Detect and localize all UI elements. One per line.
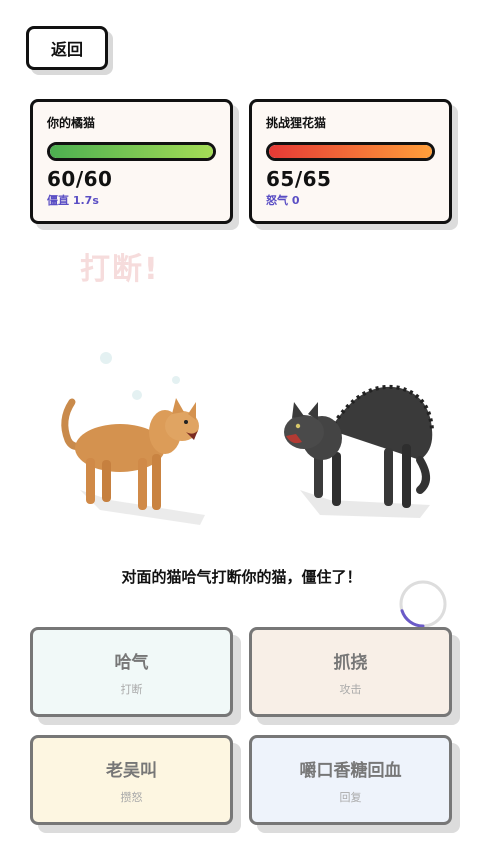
scratch-action-button[interactable]: 抓挠 攻击 — [249, 627, 452, 717]
action-title: 嚼口香糖回血 — [299, 760, 402, 781]
enemy-hp-text: 65/65 — [266, 167, 332, 191]
orange-cat-sprite — [61, 398, 205, 525]
enemy-status: 怒气 0 — [266, 194, 300, 207]
action-subtitle: 打断 — [120, 682, 143, 696]
battle-stage — [61, 384, 434, 525]
action-title: 哈气 — [114, 652, 149, 673]
back-button[interactable]: 返回 — [26, 26, 108, 70]
player-card: 你的橘猫 60/60 僵直 1.7s — [30, 99, 233, 224]
action-title: 抓挠 — [333, 652, 368, 673]
turn-timer-ring — [399, 580, 447, 628]
player-name: 你的橘猫 — [47, 116, 96, 130]
hiss-action-button[interactable]: 哈气 打断 — [30, 627, 233, 717]
heal-action-button[interactable]: 嚼口香糖回血 回复 — [249, 735, 452, 825]
action-subtitle: 回复 — [339, 790, 362, 804]
yowl-action-button[interactable]: 老吴叫 攒怒 — [30, 735, 233, 825]
player-hp-text: 60/60 — [47, 167, 113, 191]
enemy-hp-bar — [266, 142, 435, 161]
enemy-card: 挑战狸花猫 65/65 怒气 0 — [249, 99, 452, 224]
action-subtitle: 攻击 — [339, 682, 362, 696]
player-hp-fill — [50, 145, 213, 158]
tabby-cat-sprite — [284, 384, 434, 518]
action-subtitle: 攒怒 — [120, 790, 143, 804]
player-status: 僵直 1.7s — [47, 194, 99, 207]
enemy-hp-fill — [269, 145, 432, 158]
player-hp-bar — [47, 142, 216, 161]
enemy-name: 挑战狸花猫 — [266, 116, 327, 130]
action-title: 老吴叫 — [106, 760, 157, 781]
interrupt-float-text: 打断! — [80, 252, 160, 287]
